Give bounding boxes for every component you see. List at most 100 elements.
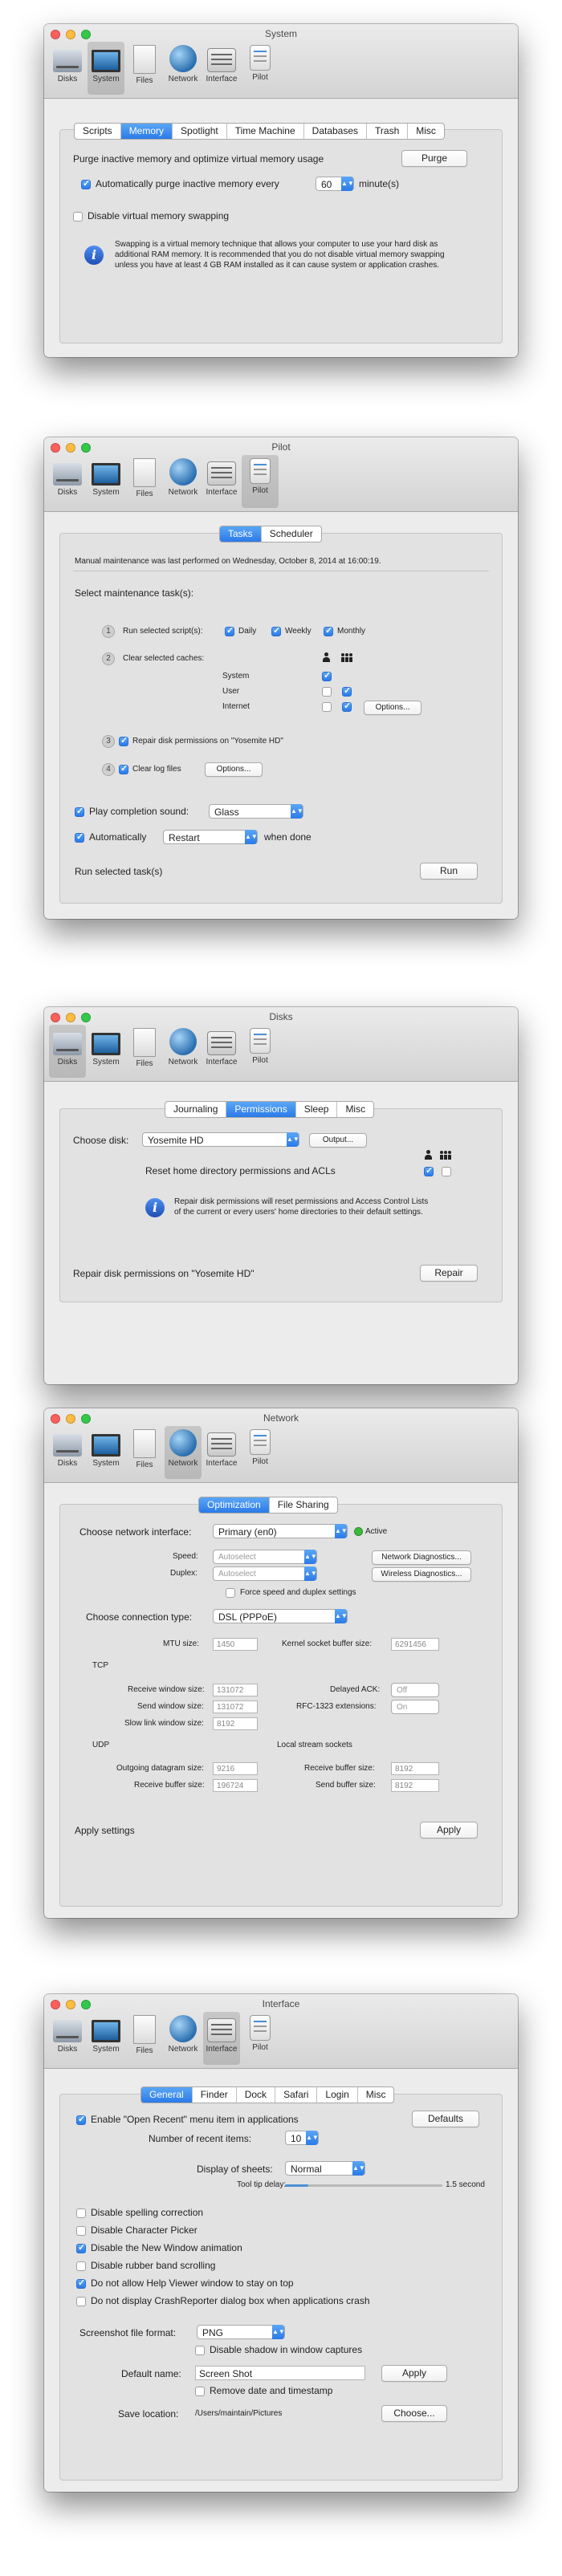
default-name-field[interactable]: Screen Shot <box>195 2366 365 2380</box>
cache-options-button[interactable]: Options... <box>364 701 422 715</box>
toolbar-disks[interactable]: Disks <box>49 1025 86 1078</box>
rfc-1323-select[interactable]: On <box>391 1700 439 1714</box>
toolbar-disks[interactable]: Disks <box>49 455 86 508</box>
disable-spelling-checkbox[interactable] <box>76 2208 86 2218</box>
output-button[interactable]: Output... <box>309 1133 367 1148</box>
tab-misc[interactable]: Misc <box>337 1102 373 1117</box>
repair-permissions-checkbox[interactable] <box>119 735 128 746</box>
tooltip-delay-slider[interactable] <box>285 2184 442 2187</box>
speed-select[interactable]: Autoselect ▲▼ <box>213 1550 317 1564</box>
toolbar-network[interactable]: Network <box>165 455 202 508</box>
toolbar-pilot[interactable]: Pilot <box>242 455 279 508</box>
cache-internet-all-checkbox[interactable] <box>342 701 352 712</box>
wireless-diagnostics-button[interactable]: Wireless Diagnostics... <box>372 1567 471 1582</box>
tab-general[interactable]: General <box>141 2087 193 2103</box>
disable-rubber-band-checkbox[interactable] <box>76 2261 86 2271</box>
sound-select[interactable]: Glass ▲▼ <box>209 804 303 819</box>
open-recent-checkbox[interactable] <box>76 2114 86 2125</box>
toolbar-network[interactable]: Network <box>165 1426 202 1479</box>
toolbar-system[interactable]: System <box>88 2012 124 2065</box>
receive-window-field[interactable]: 131072 <box>213 1684 258 1696</box>
tab-optimization[interactable]: Optimization <box>199 1497 270 1513</box>
crashreporter-checkbox[interactable] <box>76 2297 86 2306</box>
kernel-buffer-field[interactable]: 6291456 <box>391 1638 439 1651</box>
toolbar-interface[interactable]: Interface <box>203 455 240 508</box>
send-window-field[interactable]: 131072 <box>213 1700 258 1713</box>
force-speed-checkbox[interactable] <box>226 1588 235 1598</box>
log-options-button[interactable]: Options... <box>205 762 263 777</box>
tab-scheduler[interactable]: Scheduler <box>262 526 321 542</box>
cache-system-checkbox[interactable] <box>322 670 332 681</box>
toolbar-interface[interactable]: Interface <box>203 2012 240 2065</box>
disable-new-window-animation-checkbox[interactable] <box>76 2242 86 2253</box>
delayed-ack-select[interactable]: Off <box>391 1683 439 1697</box>
local-send-buffer-field[interactable]: 8192 <box>391 1779 439 1792</box>
repair-button[interactable]: Repair <box>420 1265 478 1282</box>
toolbar-interface[interactable]: Interface <box>203 42 240 95</box>
duplex-select[interactable]: Autoselect ▲▼ <box>213 1566 317 1581</box>
apply-button[interactable]: Apply <box>420 1822 478 1839</box>
mtu-field[interactable]: 1450 <box>213 1638 258 1651</box>
toolbar-files[interactable]: Files <box>126 1426 163 1479</box>
tab-misc[interactable]: Misc <box>358 2087 394 2103</box>
toolbar-disks[interactable]: Disks <box>49 42 86 95</box>
toolbar-pilot[interactable]: Pilot <box>242 2012 279 2065</box>
local-receive-buffer-field[interactable]: 8192 <box>391 1762 439 1775</box>
tab-file-sharing[interactable]: File Sharing <box>270 1497 337 1513</box>
disable-charpicker-checkbox[interactable] <box>76 2226 86 2236</box>
tab-tasks[interactable]: Tasks <box>220 526 262 542</box>
toolbar-pilot[interactable]: Pilot <box>242 1426 279 1479</box>
toolbar-disks[interactable]: Disks <box>49 2012 86 2065</box>
outgoing-datagram-field[interactable]: 9216 <box>213 1762 258 1775</box>
remove-date-checkbox[interactable] <box>195 2387 205 2396</box>
tab-dock[interactable]: Dock <box>237 2087 276 2103</box>
disk-select[interactable]: Yosemite HD ▲▼ <box>142 1132 299 1147</box>
auto-action-checkbox[interactable] <box>75 831 84 843</box>
monthly-checkbox[interactable] <box>324 625 333 636</box>
tab-sleep[interactable]: Sleep <box>296 1102 338 1117</box>
tab-databases[interactable]: Databases <box>304 124 368 139</box>
toolbar-system[interactable]: System <box>88 455 124 508</box>
toolbar-system[interactable]: System <box>88 42 124 95</box>
toolbar-network[interactable]: Network <box>165 1025 202 1078</box>
choose-location-button[interactable]: Choose... <box>381 2405 447 2422</box>
auto-action-select[interactable]: Restart ▲▼ <box>163 830 258 844</box>
toolbar-interface[interactable]: Interface <box>203 1426 240 1479</box>
tab-safari[interactable]: Safari <box>275 2087 318 2103</box>
purge-interval-select[interactable]: 60 ▲▼ <box>316 177 354 191</box>
cache-user-self-checkbox[interactable] <box>322 687 332 697</box>
toolbar-network[interactable]: Network <box>165 2012 202 2065</box>
slow-link-field[interactable]: 8192 <box>213 1717 258 1730</box>
toolbar-disks[interactable]: Disks <box>49 1426 86 1479</box>
clear-logs-checkbox[interactable] <box>119 763 128 774</box>
cache-user-all-checkbox[interactable] <box>342 685 352 697</box>
reset-all-checkbox[interactable] <box>442 1167 451 1176</box>
screenshot-format-select[interactable]: PNG ▲▼ <box>197 2325 285 2339</box>
auto-purge-checkbox[interactable] <box>81 178 91 189</box>
tab-misc[interactable]: Misc <box>408 124 444 139</box>
toolbar-files[interactable]: Files <box>126 455 163 508</box>
weekly-checkbox[interactable] <box>271 625 281 636</box>
interface-select[interactable]: Primary (en0) ▲▼ <box>213 1524 348 1538</box>
purge-button[interactable]: Purge <box>401 150 467 167</box>
tab-time-machine[interactable]: Time Machine <box>227 124 304 139</box>
toolbar-system[interactable]: System <box>88 1025 124 1078</box>
tab-memory[interactable]: Memory <box>120 124 173 139</box>
cache-internet-self-checkbox[interactable] <box>322 702 332 712</box>
sheets-select[interactable]: Normal ▲▼ <box>285 2161 365 2176</box>
run-button[interactable]: Run <box>420 863 478 880</box>
toolbar-files[interactable]: Files <box>126 1025 163 1078</box>
network-diagnostics-button[interactable]: Network Diagnostics... <box>372 1550 471 1565</box>
tab-trash[interactable]: Trash <box>367 124 409 139</box>
play-sound-checkbox[interactable] <box>75 806 84 817</box>
toolbar-pilot[interactable]: Pilot <box>242 42 279 95</box>
tab-finder[interactable]: Finder <box>193 2087 237 2103</box>
toolbar-system[interactable]: System <box>88 1426 124 1479</box>
connection-type-select[interactable]: DSL (PPPoE) ▲▼ <box>213 1609 348 1623</box>
tab-journaling[interactable]: Journaling <box>165 1102 227 1117</box>
disable-shadow-checkbox[interactable] <box>195 2346 205 2355</box>
toolbar-interface[interactable]: Interface <box>203 1025 240 1078</box>
tab-login[interactable]: Login <box>317 2087 358 2103</box>
toolbar-network[interactable]: Network <box>165 42 202 95</box>
recent-items-select[interactable]: 10 ▲▼ <box>285 2131 319 2145</box>
